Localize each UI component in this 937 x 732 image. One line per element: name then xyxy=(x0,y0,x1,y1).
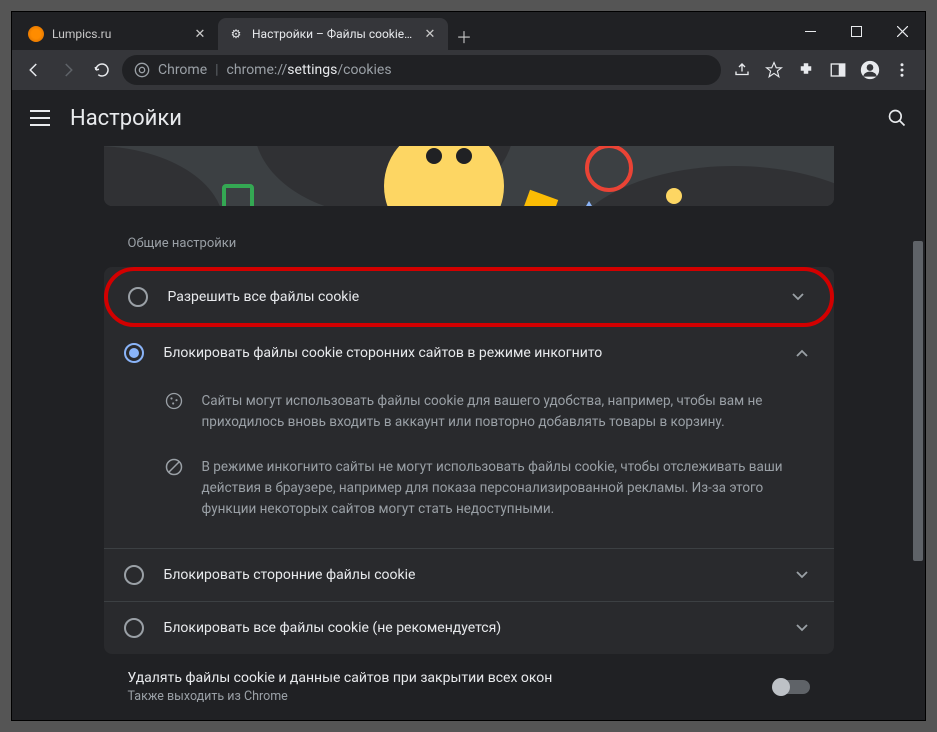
browser-window: Lumpics.ru ✕ ⚙ Настройки – Файлы cookie … xyxy=(12,12,925,720)
forward-button[interactable] xyxy=(54,56,82,84)
chevron-down-icon[interactable] xyxy=(786,293,810,301)
settings-header: Настройки xyxy=(12,90,925,146)
close-button[interactable] xyxy=(879,12,925,50)
toggle-row: Удалять файлы cookie и данные сайтов при… xyxy=(104,654,834,720)
option-block-incognito[interactable]: Блокировать файлы cookie сторонних сайто… xyxy=(104,327,834,379)
tab-title: Lumpics.ru xyxy=(52,27,184,41)
favicon-lumpics xyxy=(28,26,44,42)
banner xyxy=(104,146,834,206)
option-label: Блокировать все файлы cookie (не рекомен… xyxy=(164,620,790,636)
url-hl: settings xyxy=(287,62,337,78)
chevron-down-icon[interactable] xyxy=(790,624,814,632)
reload-button[interactable] xyxy=(88,56,116,84)
favicon-settings: ⚙ xyxy=(228,26,244,42)
option-label: Блокировать сторонние файлы cookie xyxy=(164,567,790,583)
toggle-label: Удалять файлы cookie и данные сайтов при… xyxy=(128,670,774,686)
bookmark-button[interactable] xyxy=(759,55,789,85)
chevron-down-icon[interactable] xyxy=(790,571,814,579)
url-tail: /cookies xyxy=(337,62,391,78)
minimize-button[interactable] xyxy=(787,12,833,50)
menu-button[interactable] xyxy=(887,55,917,85)
option-label: Блокировать файлы cookie сторонних сайто… xyxy=(164,345,790,361)
tab-title: Настройки – Файлы cookie и др xyxy=(252,27,414,41)
chevron-up-icon[interactable] xyxy=(790,349,814,357)
url-prefix: Chrome xyxy=(158,62,207,78)
close-icon[interactable]: ✕ xyxy=(422,26,438,42)
scrollbar-thumb[interactable] xyxy=(913,241,923,561)
url-field[interactable]: Chrome | chrome://settings/cookies xyxy=(122,55,721,85)
back-button[interactable] xyxy=(20,56,48,84)
content: Общие настройки Разрешить все файлы cook… xyxy=(12,146,925,720)
section: Общие настройки Разрешить все файлы cook… xyxy=(104,206,834,720)
content-wrap: Общие настройки Разрешить все файлы cook… xyxy=(12,146,925,720)
profile-button[interactable] xyxy=(855,55,885,85)
option-block-third-party[interactable]: Блокировать сторонние файлы cookie xyxy=(104,549,834,602)
radio-icon[interactable] xyxy=(124,565,144,585)
tab-settings[interactable]: ⚙ Настройки – Файлы cookie и др ✕ xyxy=(218,18,448,50)
search-icon[interactable] xyxy=(887,108,907,128)
window-controls xyxy=(787,12,925,50)
page-title: Настройки xyxy=(70,106,182,131)
address-bar: Chrome | chrome://settings/cookies xyxy=(12,50,925,90)
radio-icon[interactable] xyxy=(128,287,148,307)
option-block-all[interactable]: Блокировать все файлы cookie (не рекомен… xyxy=(104,602,834,654)
hamburger-icon[interactable] xyxy=(30,110,50,126)
options-card: Разрешить все файлы cookie Блокировать ф… xyxy=(104,267,834,654)
maximize-button[interactable] xyxy=(833,12,879,50)
url-dim: chrome:// xyxy=(227,62,288,78)
radio-icon[interactable] xyxy=(124,343,144,363)
option-label: Разрешить все файлы cookie xyxy=(168,289,786,305)
scrollbar[interactable] xyxy=(911,146,925,720)
detail-text: Сайты могут использовать файлы cookie дл… xyxy=(202,391,814,433)
share-button[interactable] xyxy=(727,55,757,85)
section-label: Общие настройки xyxy=(104,236,834,267)
radio-icon[interactable] xyxy=(124,618,144,638)
detail-text: В режиме инкогнито сайты не могут исполь… xyxy=(202,457,814,520)
toggle-switch[interactable] xyxy=(774,680,810,694)
cookie-icon xyxy=(164,391,184,411)
block-icon xyxy=(164,457,184,477)
new-tab-button[interactable]: ＋ xyxy=(450,22,478,50)
option-allow-all[interactable]: Разрешить все файлы cookie xyxy=(104,267,834,327)
tab-lumpics[interactable]: Lumpics.ru ✕ xyxy=(18,18,218,50)
sidepanel-button[interactable] xyxy=(823,55,853,85)
toggle-sublabel: Также выходить из Chrome xyxy=(128,689,774,704)
chrome-icon xyxy=(134,62,150,78)
tab-strip: Lumpics.ru ✕ ⚙ Настройки – Файлы cookie … xyxy=(12,12,787,50)
titlebar: Lumpics.ru ✕ ⚙ Настройки – Файлы cookie … xyxy=(12,12,925,50)
close-icon[interactable]: ✕ xyxy=(192,26,208,42)
option-details: Сайты могут использовать файлы cookie дл… xyxy=(104,379,834,549)
extensions-button[interactable] xyxy=(791,55,821,85)
